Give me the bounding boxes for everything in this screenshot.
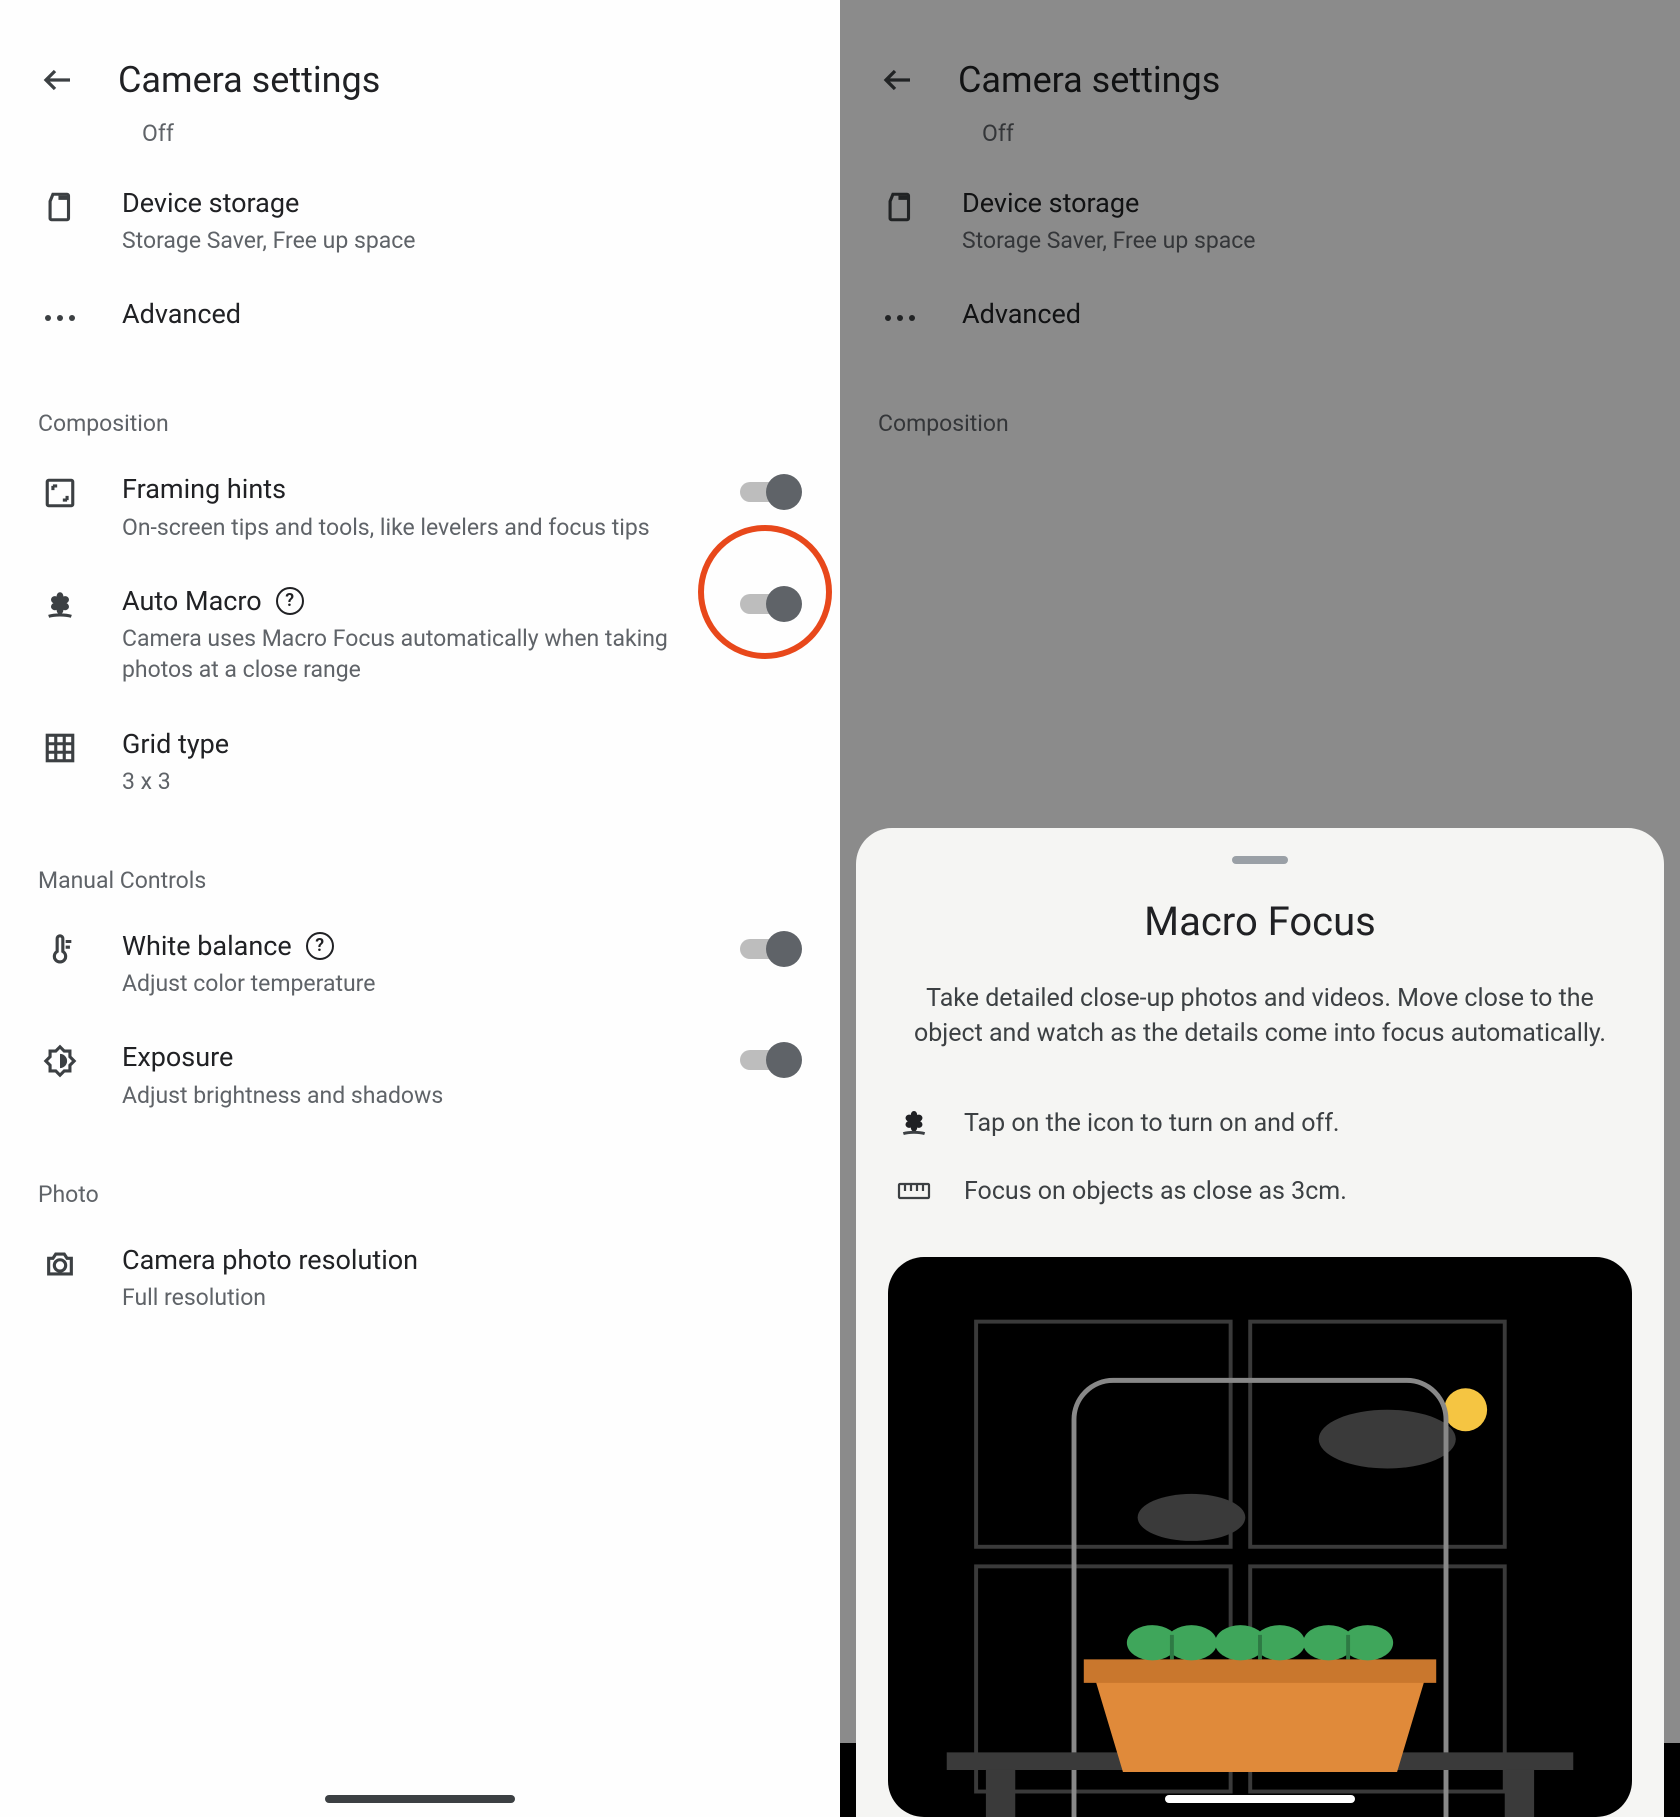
row-title: Device storage (122, 185, 712, 221)
grid-type-row[interactable]: Grid type 3 x 3 (0, 706, 840, 817)
nav-bar-pill[interactable] (1165, 1795, 1355, 1803)
row-subtitle: Storage Saver, Free up space (122, 225, 712, 256)
white-balance-row[interactable]: White balance ? Adjust color temperature (0, 908, 840, 1019)
exposure-row[interactable]: Exposure Adjust brightness and shadows (0, 1019, 840, 1130)
sd-card-icon (38, 185, 82, 229)
row-subtitle: On-screen tips and tools, like levelers … (122, 512, 712, 543)
flower-icon (38, 583, 82, 627)
header: Camera settings (0, 0, 840, 120)
section-manual: Manual Controls (0, 817, 840, 908)
sheet-tip-text: Focus on objects as close as 3cm. (964, 1177, 1347, 1206)
row-title: Camera photo resolution (122, 1242, 712, 1278)
sheet-title: Macro Focus (888, 898, 1632, 945)
page-title: Camera settings (118, 59, 380, 101)
help-icon[interactable]: ? (276, 587, 304, 615)
row-subtitle: Camera uses Macro Focus automatically wh… (122, 623, 712, 685)
exposure-toggle[interactable] (740, 1043, 798, 1077)
thermometer-icon (38, 928, 82, 972)
white-balance-toggle[interactable] (740, 932, 798, 966)
nav-bar-pill[interactable] (325, 1795, 515, 1803)
auto-macro-toggle[interactable] (740, 587, 798, 621)
sheet-tip-toggle: Tap on the icon to turn on and off. (888, 1089, 1632, 1157)
device-storage-row[interactable]: Device storage Storage Saver, Free up sp… (0, 165, 840, 276)
row-subtitle: Adjust brightness and shadows (122, 1080, 712, 1111)
camera-icon (38, 1242, 82, 1286)
framing-hints-toggle[interactable] (740, 475, 798, 509)
auto-macro-row[interactable]: Auto Macro ? Camera uses Macro Focus aut… (0, 563, 840, 706)
auto-macro-label: Auto Macro (122, 583, 262, 619)
help-icon[interactable]: ? (306, 932, 334, 960)
row-title: Auto Macro ? (122, 583, 712, 619)
framing-icon (38, 471, 82, 515)
row-title: Framing hints (122, 471, 712, 507)
flower-icon (894, 1103, 934, 1143)
sheet-grabber[interactable] (1232, 856, 1288, 864)
macro-illustration (888, 1257, 1632, 1817)
section-composition: Composition (0, 360, 840, 451)
back-icon[interactable] (38, 60, 78, 100)
row-title: Exposure (122, 1039, 712, 1075)
row-title: Advanced (122, 296, 712, 332)
section-photo: Photo (0, 1131, 840, 1222)
photo-resolution-row[interactable]: Camera photo resolution Full resolution (0, 1222, 840, 1333)
grid-icon (38, 726, 82, 770)
sheet-tip-distance: Focus on objects as close as 3cm. (888, 1157, 1632, 1225)
settings-screen-sheet: Camera settings Off Device storage Stora… (840, 0, 1680, 1817)
previous-item-value: Off (0, 120, 840, 165)
more-icon (38, 296, 82, 340)
row-title: White balance ? (122, 928, 712, 964)
framing-hints-row[interactable]: Framing hints On-screen tips and tools, … (0, 451, 840, 562)
row-title: Grid type (122, 726, 712, 762)
brightness-icon (38, 1039, 82, 1083)
sheet-description: Take detailed close-up photos and videos… (900, 981, 1620, 1051)
ruler-icon (894, 1171, 934, 1211)
sheet-tip-text: Tap on the icon to turn on and off. (964, 1109, 1340, 1138)
row-subtitle: 3 x 3 (122, 766, 712, 797)
row-subtitle: Adjust color temperature (122, 968, 712, 999)
macro-focus-sheet: Macro Focus Take detailed close-up photo… (856, 828, 1664, 1817)
advanced-row[interactable]: Advanced (0, 276, 840, 360)
row-subtitle: Full resolution (122, 1282, 712, 1313)
settings-screen-normal: Camera settings Off Device storage Stora… (0, 0, 840, 1817)
white-balance-label: White balance (122, 928, 292, 964)
